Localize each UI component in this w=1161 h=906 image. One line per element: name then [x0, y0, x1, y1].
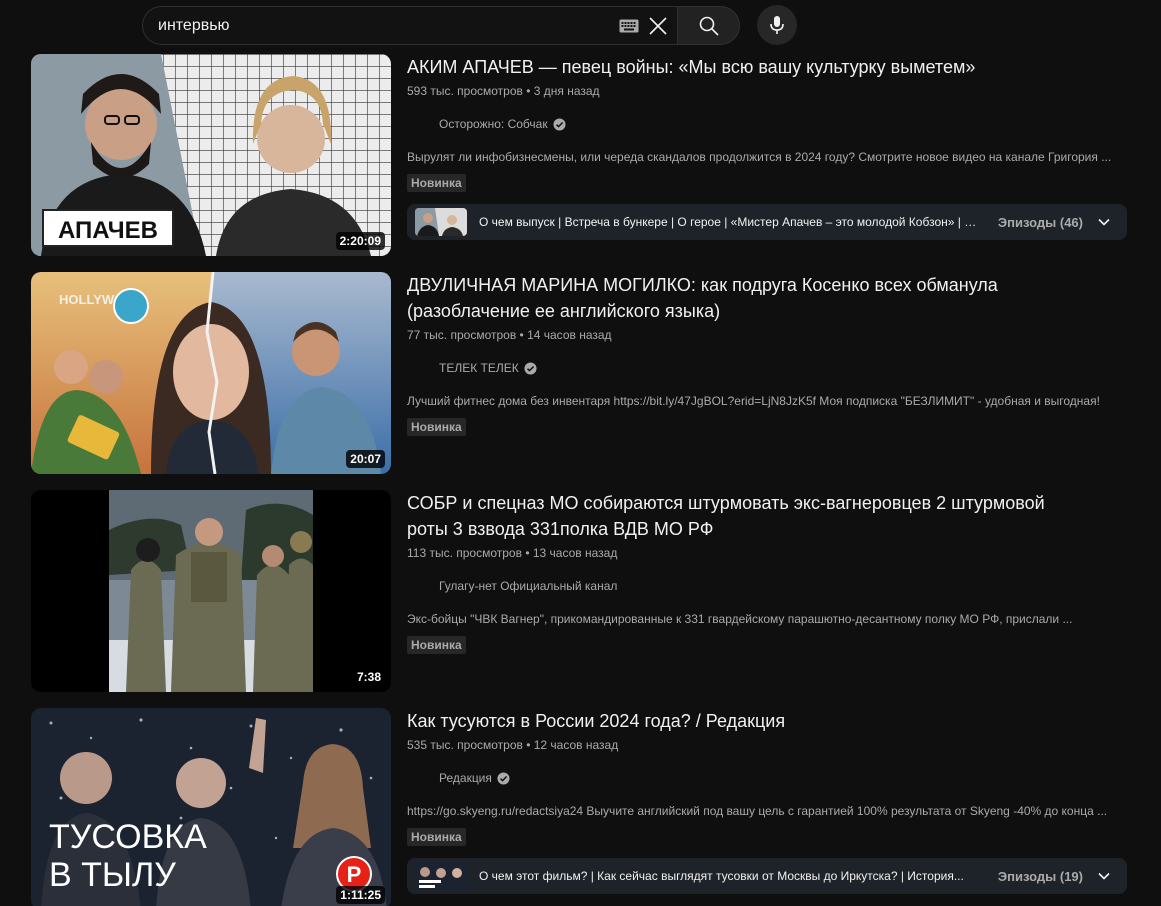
video-duration: 7:38 — [352, 668, 385, 686]
video-thumbnail[interactable]: АПАЧЕВ 2:20:09 — [31, 54, 391, 256]
video-meta: 535 тыс. просмотров • 12 часов назад — [407, 738, 619, 752]
thumbnail-caption-line-2: В ТЫЛУ — [49, 856, 176, 894]
video-description: https://go.skyeng.ru/redactsiya24 Выучит… — [407, 804, 1108, 818]
video-title[interactable]: АКИМ АПАЧЕВ — певец войны: «Мы всю вашу … — [407, 54, 1067, 80]
video-result: ТУСОВКА В ТЫЛУ Р 1:11:25 Как тусуются в … — [31, 708, 1131, 906]
channel-name: Редакция — [439, 771, 492, 785]
search-bar — [142, 6, 740, 45]
upload-age: 14 часов назад — [527, 328, 612, 342]
episodes-text: О чем выпуск | Встреча в бункере | О гер… — [479, 215, 980, 229]
thumbnail-image: АПАЧЕВ — [31, 54, 391, 256]
channel-name: ТЕЛЕК ТЕЛЕК — [439, 361, 519, 375]
thumbnail-caption-line-1: ТУСОВКА — [49, 818, 207, 856]
thumbnail-image: ТУСОВКА В ТЫЛУ Р — [31, 708, 391, 906]
video-info: Как тусуются в России 2024 года? / Редак… — [407, 708, 1127, 846]
video-description: Вырулят ли инфобизнесмены, или череда ск… — [407, 150, 1112, 164]
new-badge: Новинка — [407, 636, 466, 654]
video-title[interactable]: Как тусуются в России 2024 года? / Редак… — [407, 708, 1067, 734]
channel-link[interactable]: Осторожно: Собчак — [407, 112, 1127, 136]
video-title[interactable]: СОБР и спецназ МО собираются штурмовать … — [407, 490, 1067, 542]
episodes-bar[interactable]: О чем выпуск | Встреча в бункере | О гер… — [407, 204, 1127, 240]
thumbnail-image — [31, 490, 391, 692]
thumbnail-image: HOLLYWOOD — [31, 272, 391, 474]
voice-search-button[interactable] — [757, 5, 797, 45]
verified-check-icon — [497, 771, 510, 785]
upload-age: 13 часов назад — [532, 546, 618, 560]
search-button[interactable] — [677, 6, 740, 45]
video-result: 7:38 СОБР и спецназ МО собираются штурмо… — [31, 490, 1131, 692]
view-count: 593 тыс. просмотров — [407, 84, 523, 98]
search-box[interactable] — [142, 6, 677, 45]
view-count: 535 тыс. просмотров — [407, 738, 523, 752]
channel-name: Гулагу-нет Официальный канал — [439, 579, 618, 593]
microphone-icon — [770, 16, 784, 34]
chevron-down-icon — [1098, 218, 1110, 226]
thumbnail-caption: АПАЧЕВ — [58, 217, 158, 244]
video-description: Лучший фитнес дома без инвентаря https:/… — [407, 394, 1100, 408]
upload-age: 12 часов назад — [533, 738, 619, 752]
video-duration: 20:07 — [346, 450, 385, 468]
channel-link[interactable]: Гулагу-нет Официальный канал — [407, 574, 1127, 598]
upload-age: 3 дня назад — [533, 84, 600, 98]
video-title[interactable]: ДВУЛИЧНАЯ МАРИНА МОГИЛКО: как подруга Ко… — [407, 272, 1067, 324]
video-meta: 113 тыс. просмотров • 13 часов назад — [407, 546, 618, 560]
episodes-bar[interactable]: О чем этот фильм? | Как сейчас выглядят … — [407, 858, 1127, 894]
new-badge: Новинка — [407, 174, 466, 192]
video-thumbnail[interactable]: ТУСОВКА В ТЫЛУ Р 1:11:25 — [31, 708, 391, 906]
video-result: АПАЧЕВ 2:20:09 АКИМ АПАЧЕВ — певец войны… — [31, 54, 1131, 256]
channel-link[interactable]: Редакция — [407, 766, 1127, 790]
new-badge: Новинка — [407, 418, 466, 436]
channel-logo-letter: Р — [347, 862, 362, 887]
episodes-text: О чем этот фильм? | Как сейчас выглядят … — [479, 869, 964, 883]
video-info: АКИМ АПАЧЕВ — певец войны: «Мы всю вашу … — [407, 54, 1127, 192]
view-count: 113 тыс. просмотров — [407, 546, 522, 560]
episodes-count: Эпизоды (19) — [997, 868, 1083, 884]
channel-name: Осторожно: Собчак — [439, 117, 548, 131]
channel-link[interactable]: ТЕЛЕК ТЕЛЕК — [407, 356, 1127, 380]
search-icon — [699, 16, 719, 36]
episodes-count: Эпизоды (46) — [997, 214, 1083, 230]
verified-check-icon — [524, 361, 537, 375]
video-duration: 2:20:09 — [335, 232, 385, 250]
video-thumbnail[interactable]: HOLLYWOOD 20:07 — [31, 272, 391, 474]
verified-check-icon — [553, 117, 566, 131]
video-meta: 77 тыс. просмотров • 14 часов назад — [407, 328, 612, 342]
chevron-down-icon — [1098, 872, 1110, 880]
new-badge: Новинка — [407, 828, 466, 846]
view-count: 77 тыс. просмотров — [407, 328, 517, 342]
search-input[interactable] — [158, 16, 619, 35]
video-duration: 1:11:25 — [336, 886, 385, 904]
episode-thumbnail — [415, 208, 467, 236]
video-result: HOLLYWOOD 20:07 ДВУЛИЧНАЯ МАРИНА МОГИЛКО… — [31, 272, 1131, 474]
video-info: ДВУЛИЧНАЯ МАРИНА МОГИЛКО: как подруга Ко… — [407, 272, 1127, 436]
video-description: Экс-бойцы "ЧВК Вагнер", прикомандированн… — [407, 612, 1073, 626]
video-meta: 593 тыс. просмотров • 3 дня назад — [407, 84, 600, 98]
keyboard-icon[interactable] — [619, 19, 639, 33]
video-thumbnail[interactable]: 7:38 — [31, 490, 391, 692]
clear-search-icon[interactable] — [647, 15, 669, 37]
video-info: СОБР и спецназ МО собираются штурмовать … — [407, 490, 1127, 654]
episode-thumbnail — [415, 862, 467, 890]
